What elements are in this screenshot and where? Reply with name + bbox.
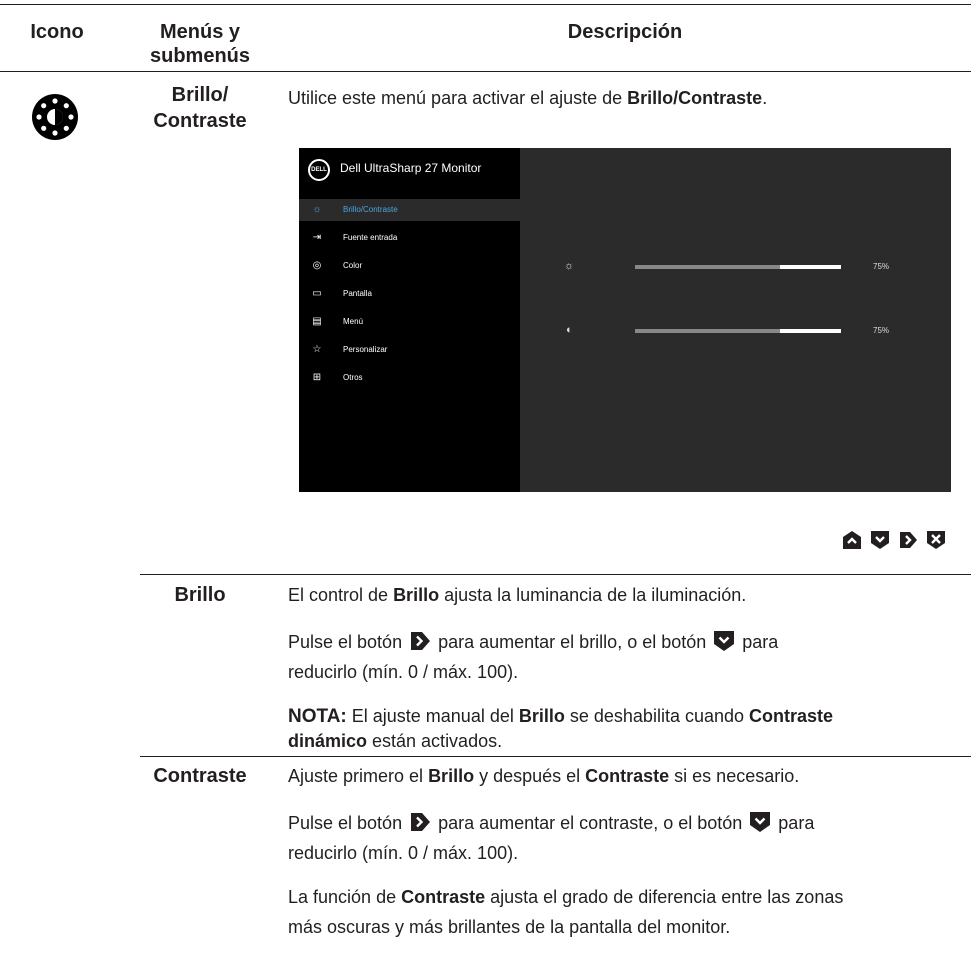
exit-button-icon [927,531,945,549]
rule-contraste [140,756,971,757]
bold: Brillo [393,585,440,605]
text: Ajuste primero el [288,766,429,786]
row-label-brillo: Brillo [174,584,226,606]
osd-item-label: Pantalla [343,289,372,298]
osd-item-brillo-contraste[interactable]: ☼ Brillo/Contraste [299,199,520,221]
header-menus-line2: submenús [149,45,251,67]
osd-item-otros[interactable]: ⊞ Otros [299,367,520,389]
rule-brillo [140,574,971,575]
brightness-icon: ☼ [312,204,322,215]
text: reducirlo (mín. 0 / máx. 100). [288,843,519,863]
text: Pulse el botón [288,813,408,833]
brillo-p1: El control de Brillo ajusta la luminanci… [288,580,968,610]
bold: Brillo [428,766,475,786]
down-button-icon [714,631,735,651]
display-icon: ▭ [312,288,322,299]
osd-item-label: Personalizar [343,345,388,354]
text: reducirlo (mín. 0 / máx. 100). [288,662,519,682]
osd-item-label: Otros [343,373,363,382]
input-source-icon: ⇥ [312,232,322,243]
osd-menu-panel: DELL Dell UltraSharp 27 Monitor ☼ Brillo… [299,148,520,492]
brightness-slider-icon: ☼ [564,260,575,272]
contraste-p2: Pulse el botón para aumentar el contrast… [288,808,968,868]
contrast-value: 75% [873,326,890,335]
down-button-icon [750,812,771,832]
text: ajusta la luminancia de la iluminación. [439,585,747,605]
intro-post: . [762,88,768,108]
intro-text: Utilice este menú para activar el ajuste… [288,88,628,108]
osd-item-label: Menú [343,317,364,326]
up-button-icon [843,531,861,549]
text: ajusta el grado de diferencia entre las … [485,887,844,907]
text: El ajuste manual del [346,706,519,726]
bold: Contraste [585,766,670,786]
text: para aumentar el brillo, o el botón [433,632,712,652]
contraste-p3: La función de Contraste ajusta el grado … [288,882,971,942]
header-descripcion: Descripción [567,21,683,43]
text: Pulse el botón [288,632,408,652]
row-label-contraste: Contraste [153,765,247,787]
text: si es necesario. [669,766,800,786]
down-button-icon [871,531,889,549]
text: La función de [288,887,402,907]
header-menus: Menús y submenús [130,20,270,68]
osd-title: Dell UltraSharp 27 Monitor [340,161,482,175]
text: para aumentar el contraste, o el botón [433,813,748,833]
bold: dinámico [288,731,368,751]
text: El control de [288,585,394,605]
section-name-line1: Brillo/ [171,84,229,106]
osd-item-menu[interactable]: ▤ Menú [299,311,520,333]
dell-logo: DELL [308,159,330,181]
text: están activados. [367,731,503,751]
contrast-slider-icon: ◐ [566,324,573,336]
section-intro: Utilice este menú para activar el ajuste… [288,83,968,113]
note-label: NOTA: [288,706,347,727]
others-icon: ⊞ [312,372,322,383]
color-icon: ◎ [312,260,322,271]
header-rule [0,71,971,72]
text: se deshabilita cuando [564,706,750,726]
top-rule [0,4,971,5]
brightness-value: 75% [873,262,890,271]
right-button-icon [900,532,917,548]
text: más oscuras y más brillantes de la panta… [288,917,731,937]
section-name: Brillo/ Contraste [130,82,270,134]
osd-item-label: Color [343,261,363,270]
right-button-icon [411,813,431,831]
osd-item-color[interactable]: ◎ Color [299,255,520,277]
brightness-contrast-icon [32,94,78,140]
osd-item-label: Fuente entrada [343,233,398,242]
osd-item-personalizar[interactable]: ☆ Personalizar [299,339,520,361]
osd-item-fuente-entrada[interactable]: ⇥ Fuente entrada [299,227,520,249]
contraste-p1: Ajuste primero el Brillo y después el Co… [288,761,968,791]
bold: Contraste [401,887,486,907]
text: para [737,632,779,652]
header-icono: Icono [30,21,84,43]
star-icon: ☆ [312,344,322,355]
brillo-p2: Pulse el botón para aumentar el brillo, … [288,627,968,687]
menu-icon: ▤ [312,316,322,327]
brightness-slider-fill [780,265,842,269]
bold: Contraste [749,706,834,726]
osd-header: DELL Dell UltraSharp 27 Monitor [299,148,520,194]
brillo-note: NOTA: El ajuste manual del Brillo se des… [288,704,971,753]
osd-item-pantalla[interactable]: ▭ Pantalla [299,283,520,305]
right-button-icon [411,632,431,650]
header-menus-line1: Menús y [159,21,241,43]
contrast-slider-fill [780,329,842,333]
text: para [773,813,815,833]
text: y después el [474,766,586,786]
bold: Brillo [518,706,565,726]
osd-item-label: Brillo/Contraste [343,205,398,214]
osd-screenshot: DELL Dell UltraSharp 27 Monitor ☼ Brillo… [299,148,951,492]
intro-bold: Brillo/Contraste [627,88,763,108]
section-name-line2: Contraste [153,110,247,132]
